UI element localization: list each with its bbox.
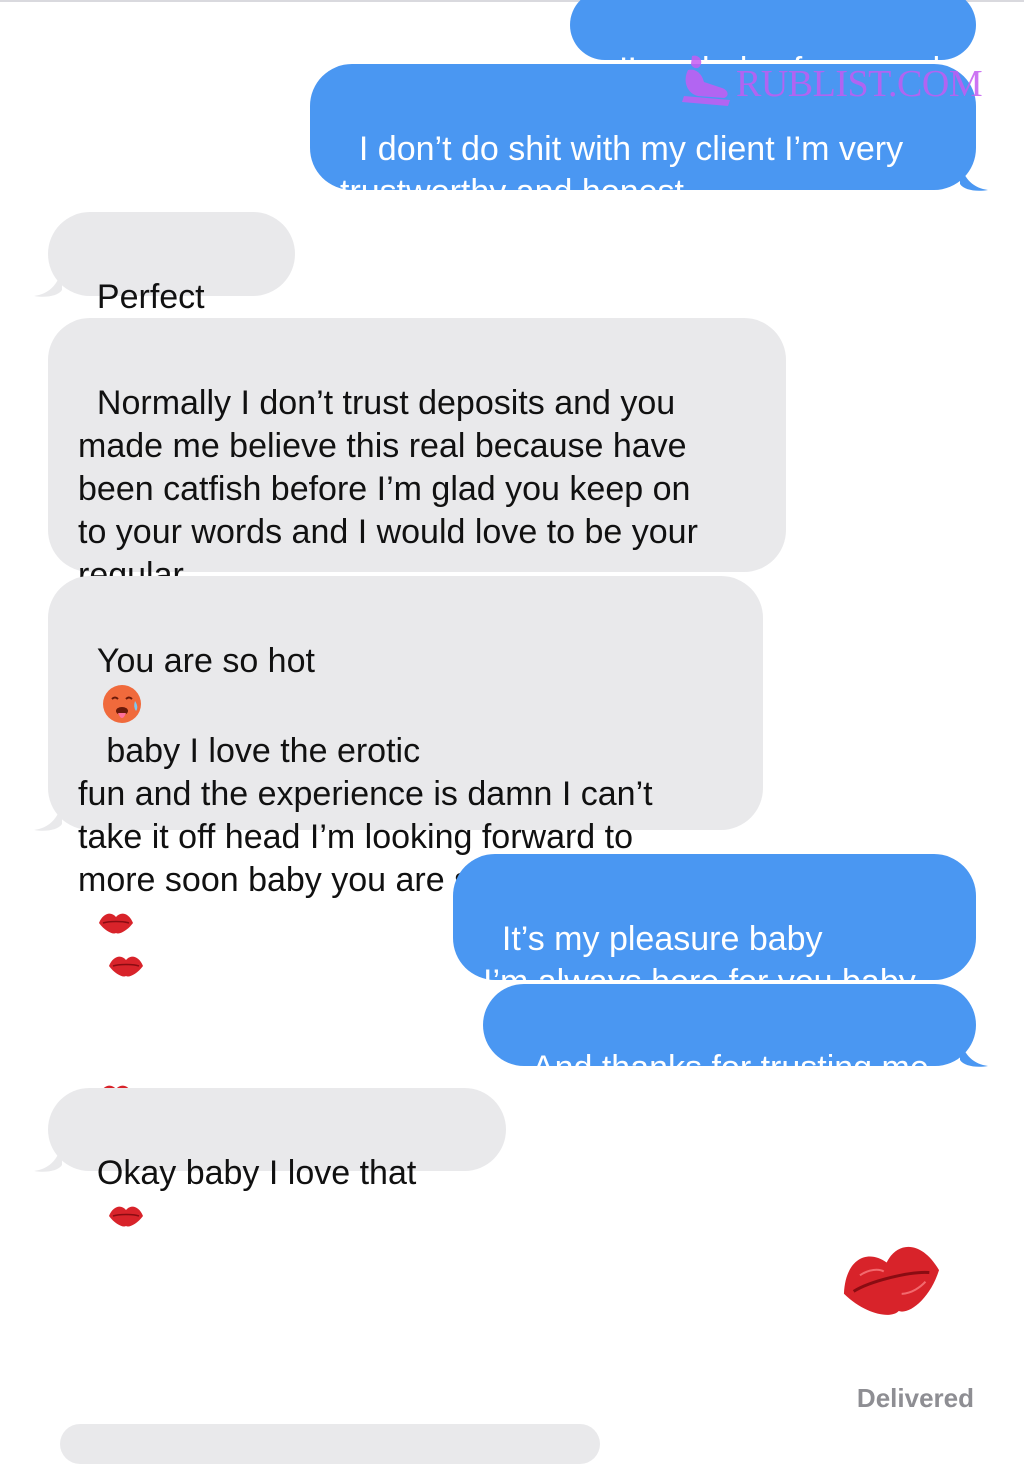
watermark-text: RUBLIST.COM xyxy=(736,63,983,105)
watermark: RUBLIST.COM xyxy=(678,52,983,110)
message-text: Perfect xyxy=(96,278,205,316)
message-bubble-incoming-partial[interactable] xyxy=(60,1424,600,1464)
message-bubble-incoming[interactable]: You are so hot baby I love the erotic fu… xyxy=(48,576,763,1106)
bubble-tail-incoming xyxy=(34,802,62,831)
message-text: I don’t do shit with my client I’m very … xyxy=(340,130,904,211)
bubble-tail-incoming xyxy=(34,268,62,297)
message-bubble-outgoing[interactable]: And thanks for trusting me xyxy=(483,984,976,1087)
watermark-figure-icon xyxy=(682,55,730,106)
message-bubble-outgoing[interactable]: I’m a lady of my word xyxy=(570,0,976,89)
hot-face-icon xyxy=(102,685,141,723)
message-text: And thanks for trusting me xyxy=(531,1049,929,1087)
kiss-mark-icon[interactable] xyxy=(838,1238,944,1322)
kiss-mark-icon xyxy=(98,913,133,934)
bubble-tail-incoming xyxy=(34,1143,62,1172)
kiss-mark-icon xyxy=(108,956,143,977)
bubble-tail-outgoing xyxy=(960,162,988,191)
message-text: You are so hot xyxy=(96,642,315,680)
message-text: Okay baby I love that xyxy=(96,1154,417,1192)
bubble-tail-outgoing xyxy=(960,1038,988,1067)
message-bubble-incoming[interactable]: Okay baby I love that xyxy=(48,1088,506,1227)
message-text: Normally I don’t trust deposits and you … xyxy=(78,384,698,594)
message-bubble-incoming[interactable]: Perfect xyxy=(48,212,295,359)
message-bubble-outgoing[interactable]: It’s my pleasure baby I’m always here fo… xyxy=(453,854,976,1001)
delivered-status: Delivered xyxy=(856,1383,974,1413)
kiss-mark-icon xyxy=(108,1206,143,1227)
message-bubble-incoming[interactable]: Normally I don’t trust deposits and you … xyxy=(48,318,786,594)
